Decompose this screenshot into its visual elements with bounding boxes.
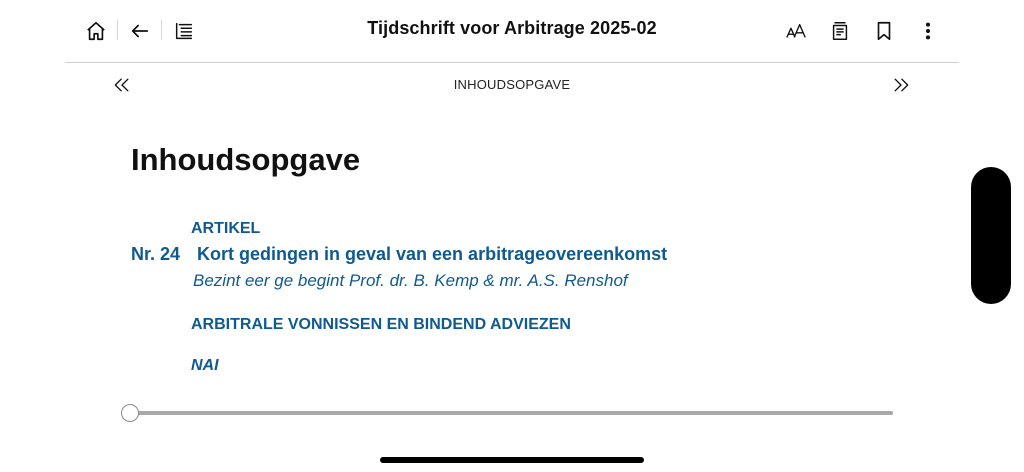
entry-number[interactable]: Nr. 24: [131, 244, 180, 265]
top-toolbar: Tijdschrift voor Arbitrage 2025-02: [0, 0, 1024, 62]
reading-progress-track[interactable]: [130, 411, 893, 415]
chapter-label: INHOUDSOPGAVE: [453, 77, 571, 92]
more-vertical-icon[interactable]: [914, 17, 942, 45]
home-indicator[interactable]: [380, 457, 644, 463]
section-label-nai[interactable]: NAI: [191, 357, 219, 375]
page-title: Inhoudsopgave: [131, 142, 361, 177]
notes-icon[interactable]: [826, 17, 854, 45]
chevrons-right-icon[interactable]: [888, 72, 914, 98]
font-size-icon[interactable]: [782, 17, 810, 45]
header-divider: [65, 62, 959, 63]
entry-title-link[interactable]: Kort gedingen in geval van een arbitrage…: [197, 244, 667, 265]
reading-progress-thumb[interactable]: [121, 404, 139, 422]
entry-subtitle[interactable]: Bezint eer ge begint Prof. dr. B. Kemp &…: [193, 271, 628, 291]
chapter-pager: INHOUDSOPGAVE: [0, 72, 1024, 98]
side-scroll-handle[interactable]: [971, 167, 1011, 304]
section-label-vonnissen[interactable]: ARBITRALE VONNISSEN EN BINDEND ADVIEZEN: [191, 316, 571, 334]
section-label-artikel: ARTIKEL: [191, 220, 261, 237]
bookmark-icon[interactable]: [870, 17, 898, 45]
